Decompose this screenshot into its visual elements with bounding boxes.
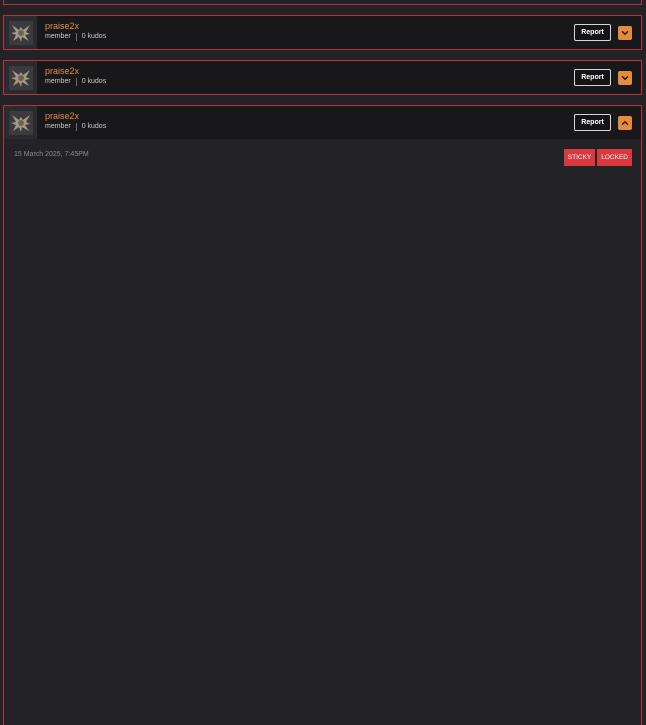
user-meta: praise2x member 0 kudos bbox=[45, 111, 106, 132]
chevron-down-icon bbox=[621, 31, 629, 35]
locked-badge: LOCKED bbox=[597, 149, 632, 166]
user-stats: member 0 kudos bbox=[45, 77, 106, 87]
user-stats: member 0 kudos bbox=[45, 32, 106, 42]
report-button[interactable]: Report bbox=[574, 69, 611, 86]
user-role: member bbox=[45, 78, 71, 85]
user-role: member bbox=[45, 33, 71, 40]
avatar-icon bbox=[8, 110, 33, 135]
user-meta: praise2x member 0 kudos bbox=[45, 21, 106, 42]
stats-divider bbox=[75, 33, 77, 41]
report-button[interactable]: Report bbox=[574, 114, 611, 131]
post-card-expanded: praise2x member 0 kudos Report 15 March … bbox=[3, 105, 642, 725]
post-header: praise2x member 0 kudos Report bbox=[4, 106, 641, 139]
user-kudos: 0 kudos bbox=[81, 123, 107, 130]
user-stats: member 0 kudos bbox=[45, 122, 106, 132]
post-badges: STICKY LOCKED bbox=[563, 149, 632, 166]
user-kudos: 0 kudos bbox=[81, 33, 107, 40]
post-body: 15 March 2025, 7:45PM STICKY LOCKED bbox=[4, 139, 641, 725]
post-card: praise2x member 0 kudos Report bbox=[3, 60, 642, 95]
expand-toggle-button[interactable] bbox=[618, 26, 632, 40]
post-header: praise2x member 0 kudos Report bbox=[4, 61, 641, 94]
post-timestamp: 15 March 2025, 7:45PM bbox=[14, 151, 89, 158]
username-link[interactable]: praise2x bbox=[45, 111, 106, 122]
user-role: member bbox=[45, 123, 71, 130]
sticky-badge: STICKY bbox=[563, 149, 596, 166]
avatar[interactable] bbox=[4, 61, 37, 94]
report-button[interactable]: Report bbox=[574, 24, 611, 41]
chevron-up-icon bbox=[621, 121, 629, 125]
page: praise2x member 0 kudos Report praise2x … bbox=[0, 0, 646, 725]
collapse-toggle-button[interactable] bbox=[618, 116, 632, 130]
chevron-down-icon bbox=[621, 76, 629, 80]
post-card-partial bbox=[3, 0, 642, 5]
avatar-icon bbox=[8, 20, 33, 45]
stats-divider bbox=[75, 78, 77, 86]
user-kudos: 0 kudos bbox=[81, 78, 107, 85]
post-card: praise2x member 0 kudos Report bbox=[3, 15, 642, 50]
user-meta: praise2x member 0 kudos bbox=[45, 66, 106, 87]
avatar[interactable] bbox=[4, 16, 37, 49]
username-link[interactable]: praise2x bbox=[45, 21, 106, 32]
username-link[interactable]: praise2x bbox=[45, 66, 106, 77]
stats-divider bbox=[75, 123, 77, 131]
avatar[interactable] bbox=[4, 106, 37, 139]
expand-toggle-button[interactable] bbox=[618, 71, 632, 85]
avatar-icon bbox=[8, 65, 33, 90]
post-header: praise2x member 0 kudos Report bbox=[4, 16, 641, 49]
